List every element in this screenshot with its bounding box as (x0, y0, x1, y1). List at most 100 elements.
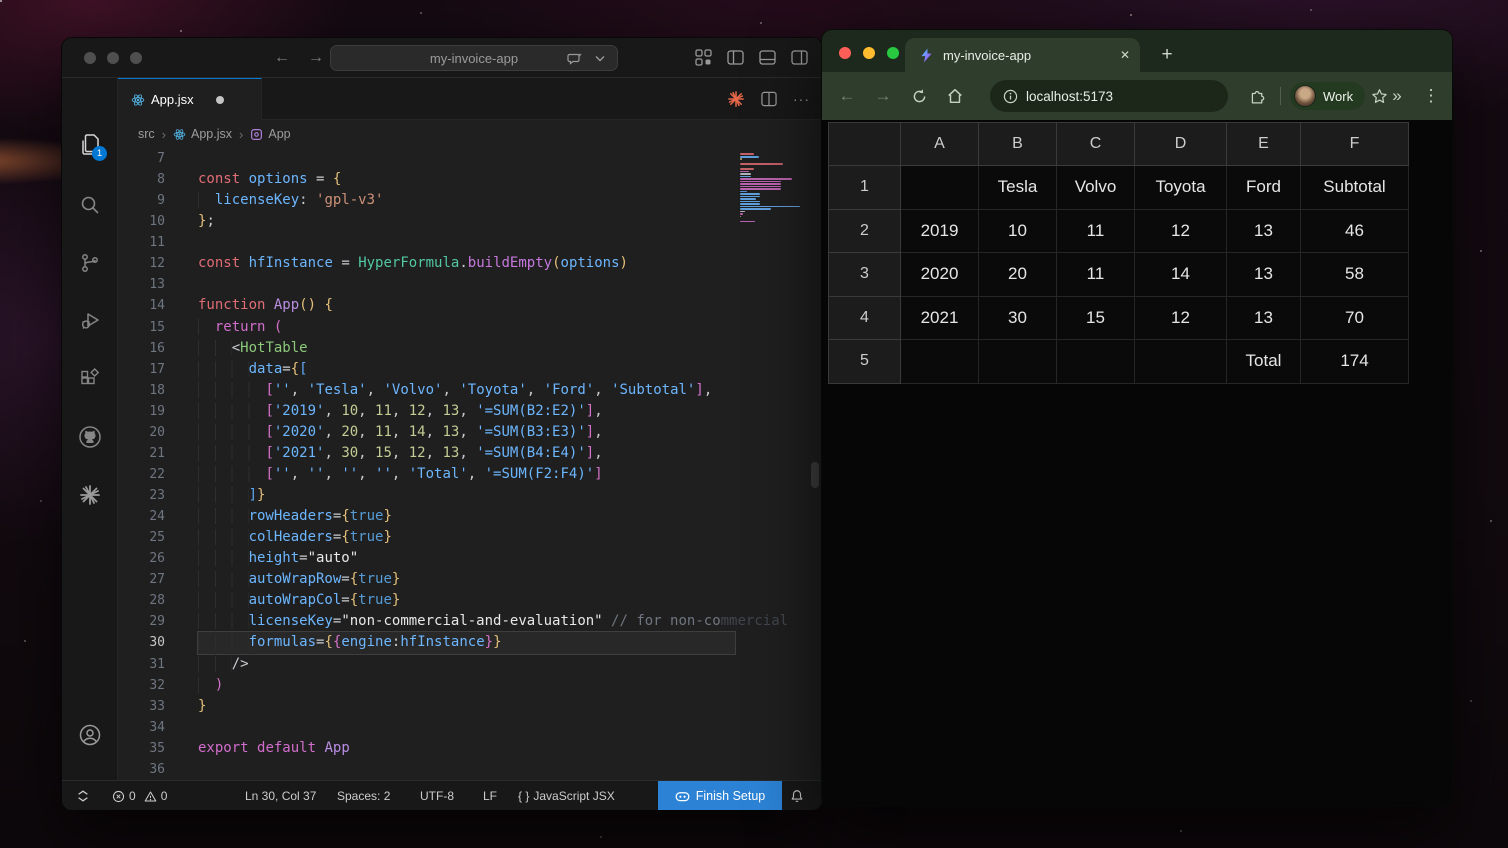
starburst-editor-icon[interactable] (727, 90, 745, 108)
table-cell[interactable] (1135, 340, 1227, 384)
code-line[interactable]: 27 autoWrapRow={true} (118, 569, 822, 590)
breadcrumb-symbol[interactable]: App (268, 127, 290, 141)
table-cell[interactable]: Ford (1227, 166, 1301, 210)
code-line[interactable]: 13 (118, 274, 822, 295)
table-cell[interactable]: 12 (1135, 209, 1227, 253)
code-line[interactable]: 28 autoWrapCol={true} (118, 590, 822, 611)
code-line[interactable]: 26 height="auto" (118, 548, 822, 569)
code-line[interactable]: 7 (118, 148, 822, 169)
column-header-B[interactable]: B (979, 123, 1057, 166)
table-cell[interactable]: Total (1227, 340, 1301, 384)
sidebar-item-search[interactable] (62, 182, 118, 228)
column-header-C[interactable]: C (1057, 123, 1135, 166)
code-editor[interactable]: 78const options = {9 licenseKey: 'gpl-v3… (118, 148, 822, 780)
code-line[interactable]: 18 ['', 'Tesla', 'Volvo', 'Toyota', 'For… (118, 380, 822, 401)
row-header-3[interactable]: 3 (829, 253, 901, 297)
code-line[interactable]: 25 colHeaders={true} (118, 527, 822, 548)
code-line[interactable]: 17 data={[ (118, 359, 822, 380)
browser-menu-icon[interactable]: ⋮ (1420, 85, 1442, 107)
browser-tab[interactable]: my-invoice-app ✕ (905, 38, 1140, 72)
profile-chip[interactable]: Work (1290, 82, 1365, 110)
code-line[interactable]: 9 licenseKey: 'gpl-v3' (118, 190, 822, 211)
back-button[interactable]: ← (270, 47, 294, 69)
code-line[interactable]: 14function App() { (118, 295, 822, 316)
vscode-close-button[interactable] (84, 52, 96, 64)
breadcrumb[interactable]: src › App.jsx › App (118, 120, 822, 148)
tab-close-icon[interactable]: ✕ (1120, 48, 1130, 62)
code-line[interactable]: 35export default App (118, 738, 822, 759)
table-cell[interactable] (1057, 340, 1135, 384)
code-line[interactable]: 16 <HotTable (118, 338, 822, 359)
chevron-down-icon[interactable] (595, 55, 605, 62)
language-mode[interactable]: { } JavaScript JSX (518, 781, 615, 810)
table-cell[interactable]: 20 (979, 253, 1057, 297)
problems-indicator[interactable]: 0 0 (112, 781, 167, 810)
extensions-puzzle-icon[interactable] (1246, 85, 1268, 107)
customize-layout-icon[interactable] (695, 49, 712, 66)
table-cell[interactable]: 174 (1301, 340, 1409, 384)
table-cell[interactable]: 11 (1057, 253, 1135, 297)
toggle-secondary-sidebar-icon[interactable] (791, 49, 808, 66)
code-line[interactable]: 15 return ( (118, 317, 822, 338)
indentation-setting[interactable]: Spaces: 2 (337, 781, 390, 810)
copilot-chat-icon[interactable] (567, 51, 583, 67)
breadcrumb-src[interactable]: src (138, 127, 155, 141)
table-cell[interactable] (901, 340, 979, 384)
code-line[interactable]: 10}; (118, 211, 822, 232)
row-header-4[interactable]: 4 (829, 296, 901, 340)
table-cell[interactable]: Subtotal (1301, 166, 1409, 210)
row-header-2[interactable]: 2 (829, 209, 901, 253)
column-header-D[interactable]: D (1135, 123, 1227, 166)
table-cell[interactable]: 13 (1227, 296, 1301, 340)
code-line[interactable]: 31 /> (118, 654, 822, 675)
code-line[interactable]: 34 (118, 717, 822, 738)
modified-dot[interactable] (216, 96, 224, 104)
row-header-5[interactable]: 5 (829, 340, 901, 384)
notifications-bell-icon[interactable] (790, 781, 804, 810)
table-cell[interactable] (901, 166, 979, 210)
column-header-E[interactable]: E (1227, 123, 1301, 166)
vscode-minimize-button[interactable] (107, 52, 119, 64)
code-line[interactable]: 36 (118, 759, 822, 780)
new-tab-button[interactable]: + (1154, 42, 1180, 68)
code-line[interactable]: 12const hfInstance = HyperFormula.buildE… (118, 253, 822, 274)
home-button[interactable] (944, 85, 966, 107)
cursor-position[interactable]: Ln 30, Col 37 (245, 781, 316, 810)
table-cell[interactable]: Tesla (979, 166, 1057, 210)
table-cell[interactable]: 46 (1301, 209, 1409, 253)
code-line[interactable]: 19 ['2019', 10, 11, 12, 13, '=SUM(B2:E2)… (118, 401, 822, 422)
sidebar-item-explorer[interactable]: 1 (62, 122, 118, 168)
editor-scrollbar-thumb[interactable] (811, 462, 819, 488)
site-info-icon[interactable] (1003, 89, 1018, 104)
sidebar-item-run-debug[interactable] (62, 298, 118, 344)
code-line[interactable]: 20 ['2020', 20, 11, 14, 13, '=SUM(B3:E3)… (118, 422, 822, 443)
browser-reload-button[interactable] (908, 85, 930, 107)
sidebar-item-extensions[interactable] (62, 356, 118, 402)
code-line[interactable]: 8const options = { (118, 169, 822, 190)
toggle-panel-icon[interactable] (759, 49, 776, 66)
table-cell[interactable]: 13 (1227, 209, 1301, 253)
table-cell[interactable]: 15 (1057, 296, 1135, 340)
breadcrumb-file[interactable]: App.jsx (191, 127, 232, 141)
table-cell[interactable]: 70 (1301, 296, 1409, 340)
sidebar-item-starburst-extension[interactable] (62, 472, 118, 518)
eol-setting[interactable]: LF (483, 781, 497, 810)
code-line[interactable]: 11 (118, 232, 822, 253)
table-cell[interactable]: 58 (1301, 253, 1409, 297)
table-cell[interactable]: 2021 (901, 296, 979, 340)
table-cell[interactable]: 14 (1135, 253, 1227, 297)
code-line[interactable]: 33} (118, 696, 822, 717)
browser-close-button[interactable] (839, 47, 851, 59)
overflow-chevrons-icon[interactable]: » (1386, 85, 1408, 107)
remote-indicator[interactable] (76, 781, 90, 810)
finish-setup-button[interactable]: Finish Setup (658, 781, 782, 810)
more-actions-icon[interactable]: ··· (793, 91, 810, 107)
code-line[interactable]: 32 ) (118, 675, 822, 696)
code-line[interactable]: 29 licenseKey="non-commercial-and-evalua… (118, 611, 822, 632)
table-cell[interactable]: Volvo (1057, 166, 1135, 210)
table-cell[interactable]: 12 (1135, 296, 1227, 340)
browser-zoom-button[interactable] (887, 47, 899, 59)
row-header-1[interactable]: 1 (829, 166, 901, 210)
code-line[interactable]: 21 ['2021', 30, 15, 12, 13, '=SUM(B4:E4)… (118, 443, 822, 464)
table-cell[interactable]: 2019 (901, 209, 979, 253)
